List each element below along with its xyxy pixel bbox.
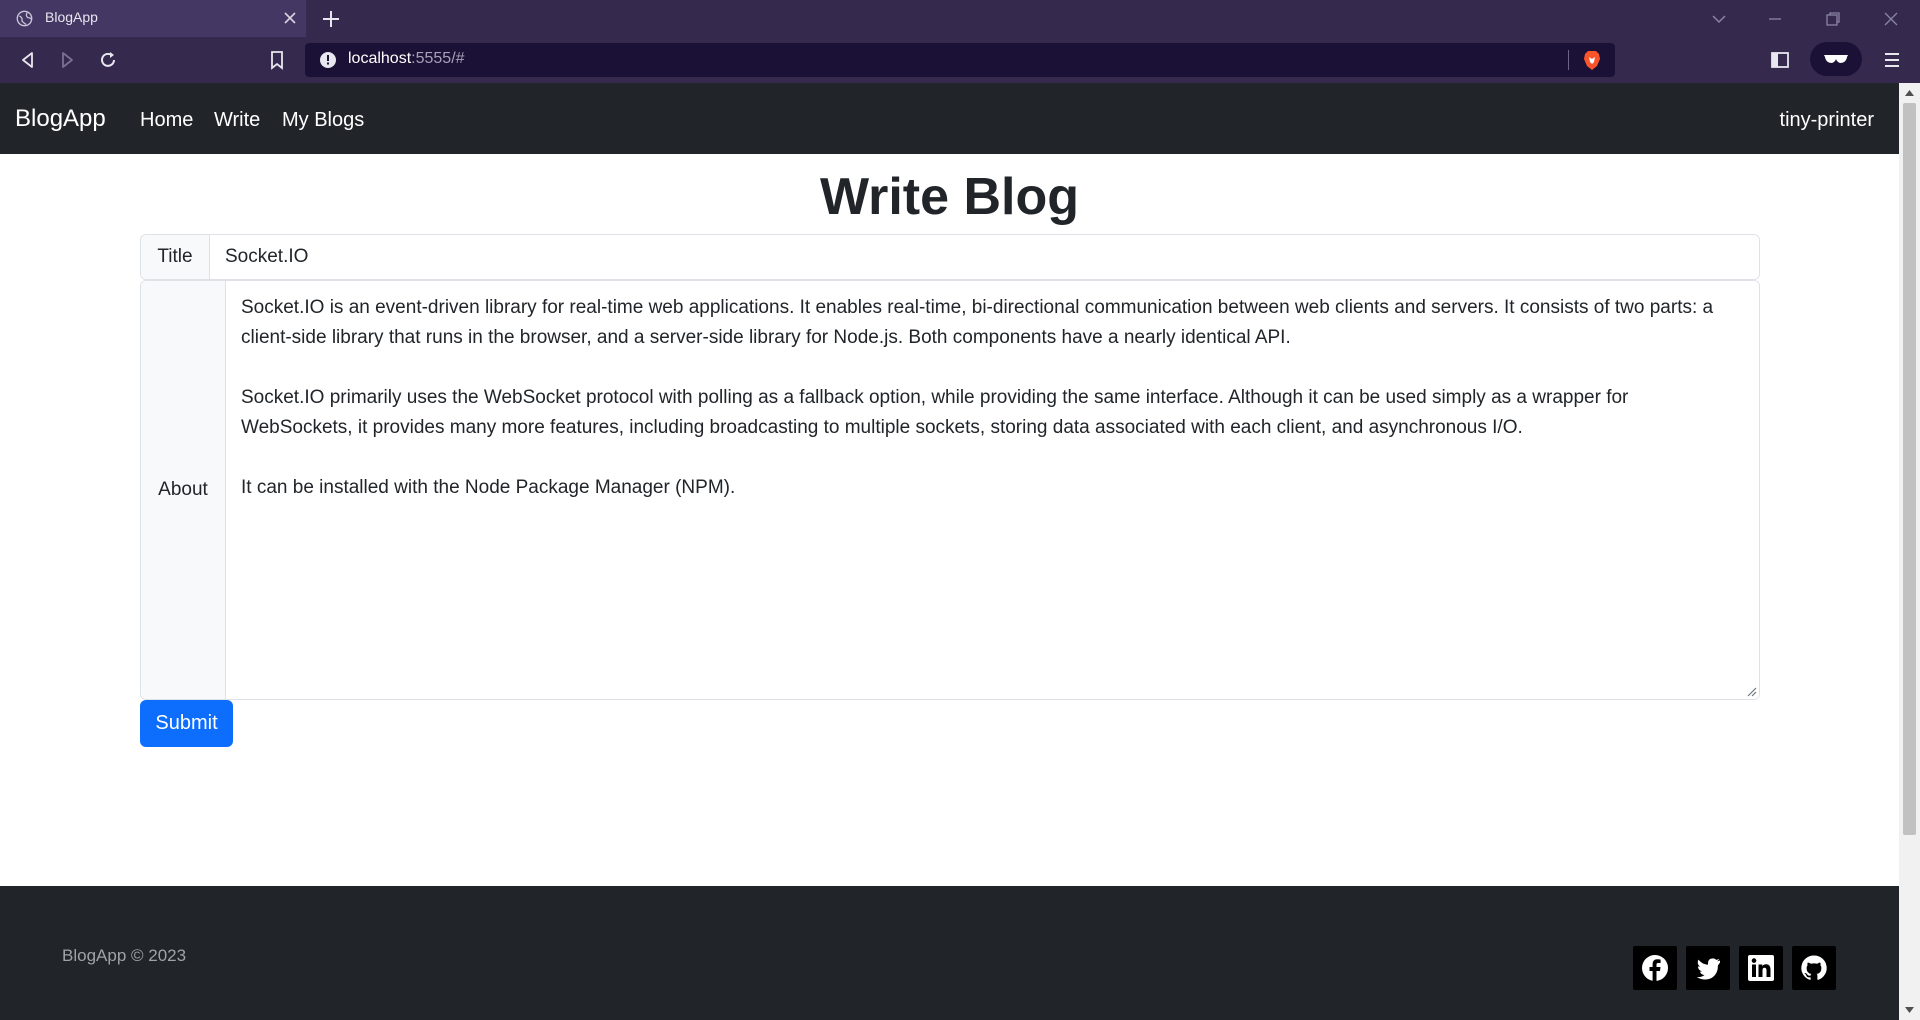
address-bar-divider [1568,50,1569,70]
scroll-down-arrow-icon[interactable] [1904,1005,1915,1015]
glasses-icon [1824,55,1848,63]
about-input-group: About Socket.IO is an event-driven libra… [140,280,1760,700]
navbar-brand[interactable]: BlogApp [15,105,106,133]
page-viewport: BlogApp Home Write My Blogs tiny-printer… [0,83,1899,1020]
nav-link-my-blogs[interactable]: My Blogs [282,109,364,132]
new-tab-icon[interactable] [320,8,342,30]
sidebar-icon[interactable] [1768,48,1792,72]
nav-link-home[interactable]: Home [140,109,193,132]
twitter-icon[interactable] [1686,946,1730,990]
extension-pill[interactable] [1810,42,1862,76]
bookmark-icon[interactable] [265,48,289,72]
reload-icon[interactable] [96,48,120,72]
title-input[interactable] [210,235,1759,279]
globe-icon [16,10,33,27]
tab-search-chevron-icon[interactable] [1708,8,1730,30]
brave-shields-icon[interactable] [1581,49,1603,71]
restore-icon[interactable] [1822,8,1844,30]
linkedin-icon[interactable] [1739,946,1783,990]
nav-link-write[interactable]: Write [214,109,260,132]
about-label: About [141,281,226,699]
submit-button[interactable]: Submit [140,700,233,747]
page-title: Write Blog [819,168,1080,226]
browser-tab[interactable]: BlogApp [0,0,306,37]
back-icon[interactable] [16,48,40,72]
scroll-up-arrow-icon[interactable] [1904,88,1915,98]
minimize-icon[interactable] [1764,8,1786,30]
close-icon[interactable] [280,8,300,28]
address-bar[interactable]: localhost:5555/# [305,43,1615,77]
copyright-text: BlogApp © 2023 [62,946,187,965]
resize-handle-icon[interactable] [1745,685,1757,697]
site-info-icon[interactable] [319,51,337,69]
forward-icon[interactable] [55,48,79,72]
about-textarea[interactable]: Socket.IO is an event-driven library for… [226,281,1759,699]
username[interactable]: tiny-printer [1780,109,1874,132]
tab-title: BlogApp [45,9,98,25]
title-label: Title [141,235,210,279]
menu-icon[interactable] [1880,48,1904,72]
vertical-scrollbar[interactable] [1899,83,1920,1020]
browser-toolbar: localhost:5555/# [0,37,1920,83]
github-icon[interactable] [1792,946,1836,990]
footer: BlogApp © 2023 [0,886,1899,1020]
browser-tab-strip: BlogApp [0,0,1920,37]
close-window-icon[interactable] [1880,8,1902,30]
scrollbar-thumb[interactable] [1903,103,1916,835]
title-input-group: Title [140,234,1760,280]
app-navbar: BlogApp Home Write My Blogs tiny-printer [0,83,1899,154]
url-text: localhost:5555/# [348,50,465,67]
facebook-icon[interactable] [1633,946,1677,990]
